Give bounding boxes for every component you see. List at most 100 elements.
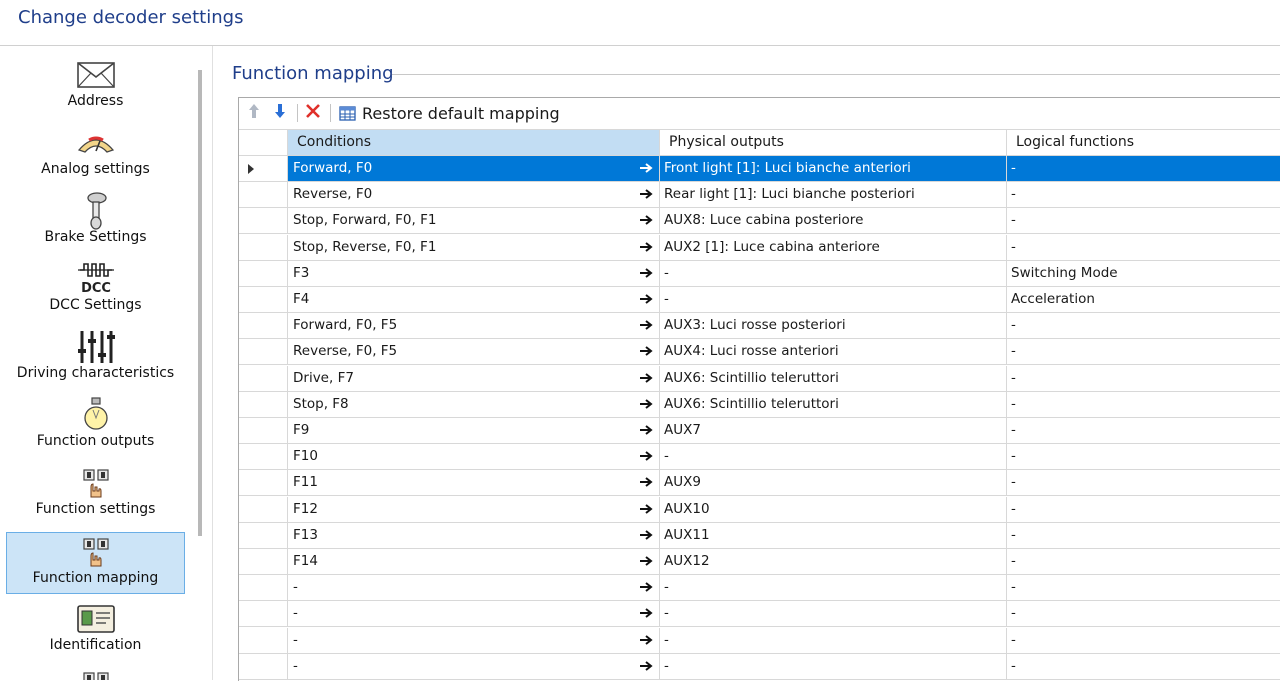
condition-cell[interactable]: F9 — [288, 418, 660, 443]
condition-cell[interactable]: F14 — [288, 549, 660, 574]
row-header-cell[interactable] — [239, 418, 288, 443]
physical-output-cell[interactable]: AUX7 — [660, 418, 1007, 443]
row-header-cell[interactable] — [239, 339, 288, 365]
row-header-cell[interactable] — [239, 287, 288, 312]
column-header-logical-functions[interactable]: Logical functions — [1007, 130, 1280, 155]
physical-output-cell[interactable]: AUX10 — [660, 496, 1007, 522]
row-header-cell[interactable] — [239, 549, 288, 574]
condition-cell[interactable]: F10 — [288, 444, 660, 470]
row-header-cell[interactable] — [239, 208, 288, 234]
table-row[interactable]: F4- Acceleration — [239, 287, 1280, 313]
table-row[interactable]: --- — [239, 653, 1280, 680]
physical-output-cell[interactable]: AUX2 [1]: Luce cabina anteriore — [660, 234, 1007, 260]
row-header-cell[interactable] — [239, 391, 288, 417]
logical-function-cell[interactable]: - — [1007, 601, 1280, 626]
physical-output-cell[interactable]: AUX12 — [660, 549, 1007, 574]
logical-function-cell[interactable]: - — [1007, 470, 1280, 495]
sidebar-item-analog-settings[interactable]: Analog settings — [6, 124, 185, 186]
move-up-button[interactable] — [247, 102, 261, 124]
column-header-conditions[interactable]: Conditions — [288, 130, 660, 155]
physical-output-cell[interactable]: AUX6: Scintillio teleruttori — [660, 365, 1007, 391]
condition-cell[interactable]: F12 — [288, 496, 660, 522]
condition-cell[interactable]: Stop, Forward, F0, F1 — [288, 208, 660, 234]
table-row[interactable]: --- — [239, 627, 1280, 654]
row-header-cell[interactable] — [239, 522, 288, 548]
condition-cell[interactable]: Reverse, F0 — [288, 182, 660, 208]
table-row[interactable]: Reverse, F0, F5 AUX4: Luci rosse anterior… — [239, 339, 1280, 366]
logical-function-cell[interactable]: - — [1007, 235, 1280, 260]
table-row[interactable]: Drive, F7 AUX6: Scintillio teleruttori - — [239, 365, 1280, 392]
table-row[interactable]: F10- - — [239, 444, 1280, 471]
physical-output-cell[interactable]: - — [660, 260, 1007, 286]
logical-function-cell[interactable]: - — [1007, 523, 1280, 548]
sidebar-item-function-outputs[interactable]: Function outputs — [6, 396, 185, 458]
row-header-cell[interactable] — [239, 365, 288, 391]
table-row[interactable]: F3- Switching Mode — [239, 260, 1280, 287]
physical-output-cell[interactable]: - — [660, 287, 1007, 312]
logical-function-cell[interactable]: - — [1007, 366, 1280, 391]
table-row[interactable]: --- — [239, 601, 1280, 628]
table-row[interactable]: --- — [239, 575, 1280, 602]
table-row[interactable]: F13 AUX11- — [239, 522, 1280, 549]
logical-function-cell[interactable]: - — [1007, 208, 1280, 233]
condition-cell[interactable]: Forward, F0, F5 — [288, 313, 660, 339]
logical-function-cell[interactable]: - — [1007, 313, 1280, 338]
physical-output-cell[interactable]: AUX3: Luci rosse posteriori — [660, 313, 1007, 339]
sidebar-item-dcc-settings[interactable]: DCC DCC Settings — [6, 260, 185, 322]
row-header-cell[interactable] — [239, 601, 288, 627]
table-row[interactable]: F12 AUX10- — [239, 496, 1280, 523]
logical-function-cell[interactable]: - — [1007, 339, 1280, 364]
condition-cell[interactable]: - — [288, 653, 660, 679]
condition-cell[interactable]: F4 — [288, 287, 660, 312]
condition-cell[interactable]: Stop, Reverse, F0, F1 — [288, 234, 660, 260]
sidebar-item-function-settings[interactable]: Function settings — [6, 464, 185, 526]
table-row[interactable]: Reverse, F0 Rear light [1]: Luci bianche … — [239, 182, 1280, 209]
logical-function-cell[interactable]: - — [1007, 444, 1280, 469]
table-row[interactable]: F9 AUX7- — [239, 418, 1280, 444]
physical-output-cell[interactable]: AUX9 — [660, 470, 1007, 496]
sidebar-item-brake-settings[interactable]: Brake Settings — [6, 192, 185, 254]
table-row[interactable]: Forward, F0, F5 AUX3: Luci rosse posterio… — [239, 313, 1280, 340]
physical-output-cell[interactable]: AUX11 — [660, 522, 1007, 548]
delete-button[interactable] — [305, 102, 321, 124]
table-row[interactable]: Stop, Forward, F0, F1 AUX8: Luce cabina p… — [239, 208, 1280, 235]
table-row[interactable]: F14 AUX12- — [239, 549, 1280, 575]
condition-cell[interactable]: - — [288, 627, 660, 653]
condition-cell[interactable]: - — [288, 575, 660, 601]
condition-cell[interactable]: Forward, F0 — [288, 156, 660, 181]
physical-output-cell[interactable]: Front light [1]: Luci bianche anteriori — [660, 156, 1007, 181]
logical-function-cell[interactable]: - — [1007, 392, 1280, 417]
row-header-cell[interactable] — [239, 575, 288, 601]
physical-output-cell[interactable]: - — [660, 653, 1007, 679]
logical-function-cell[interactable]: - — [1007, 575, 1280, 600]
physical-output-cell[interactable]: AUX8: Luce cabina posteriore — [660, 208, 1007, 234]
sidebar-item-identification[interactable]: Identification — [6, 600, 185, 662]
condition-cell[interactable]: F13 — [288, 522, 660, 548]
sidebar-item-address[interactable]: Address — [6, 56, 185, 118]
row-header-cell[interactable] — [239, 444, 288, 470]
row-header-cell[interactable] — [239, 470, 288, 496]
table-row[interactable]: Stop, F8 AUX6: Scintillio teleruttori - — [239, 391, 1280, 418]
physical-output-cell[interactable]: AUX6: Scintillio teleruttori — [660, 391, 1007, 417]
row-header-cell[interactable] — [239, 260, 288, 286]
row-header-cell[interactable] — [239, 627, 288, 653]
logical-function-cell[interactable]: - — [1007, 549, 1280, 574]
condition-cell[interactable]: - — [288, 601, 660, 627]
sidebar-item-function-mapping[interactable]: Function mapping — [6, 532, 185, 594]
physical-output-cell[interactable]: Rear light [1]: Luci bianche posteriori — [660, 182, 1007, 208]
condition-cell[interactable]: F11 — [288, 470, 660, 496]
logical-function-cell[interactable]: - — [1007, 497, 1280, 522]
column-header-physical-outputs[interactable]: Physical outputs — [660, 130, 1007, 155]
physical-output-cell[interactable]: - — [660, 627, 1007, 653]
condition-cell[interactable]: Drive, F7 — [288, 365, 660, 391]
table-row[interactable]: Forward, F0 Front light [1]: Luci bianche… — [239, 156, 1280, 182]
logical-function-cell[interactable]: - — [1007, 156, 1280, 181]
physical-output-cell[interactable]: AUX4: Luci rosse anteriori — [660, 339, 1007, 365]
physical-output-cell[interactable]: - — [660, 601, 1007, 627]
condition-cell[interactable]: Stop, F8 — [288, 391, 660, 417]
logical-function-cell[interactable]: Acceleration — [1007, 287, 1280, 312]
row-header-cell[interactable] — [239, 156, 288, 181]
sidebar-scrollbar[interactable] — [198, 70, 202, 536]
physical-output-cell[interactable]: - — [660, 444, 1007, 470]
physical-output-cell[interactable]: - — [660, 575, 1007, 601]
